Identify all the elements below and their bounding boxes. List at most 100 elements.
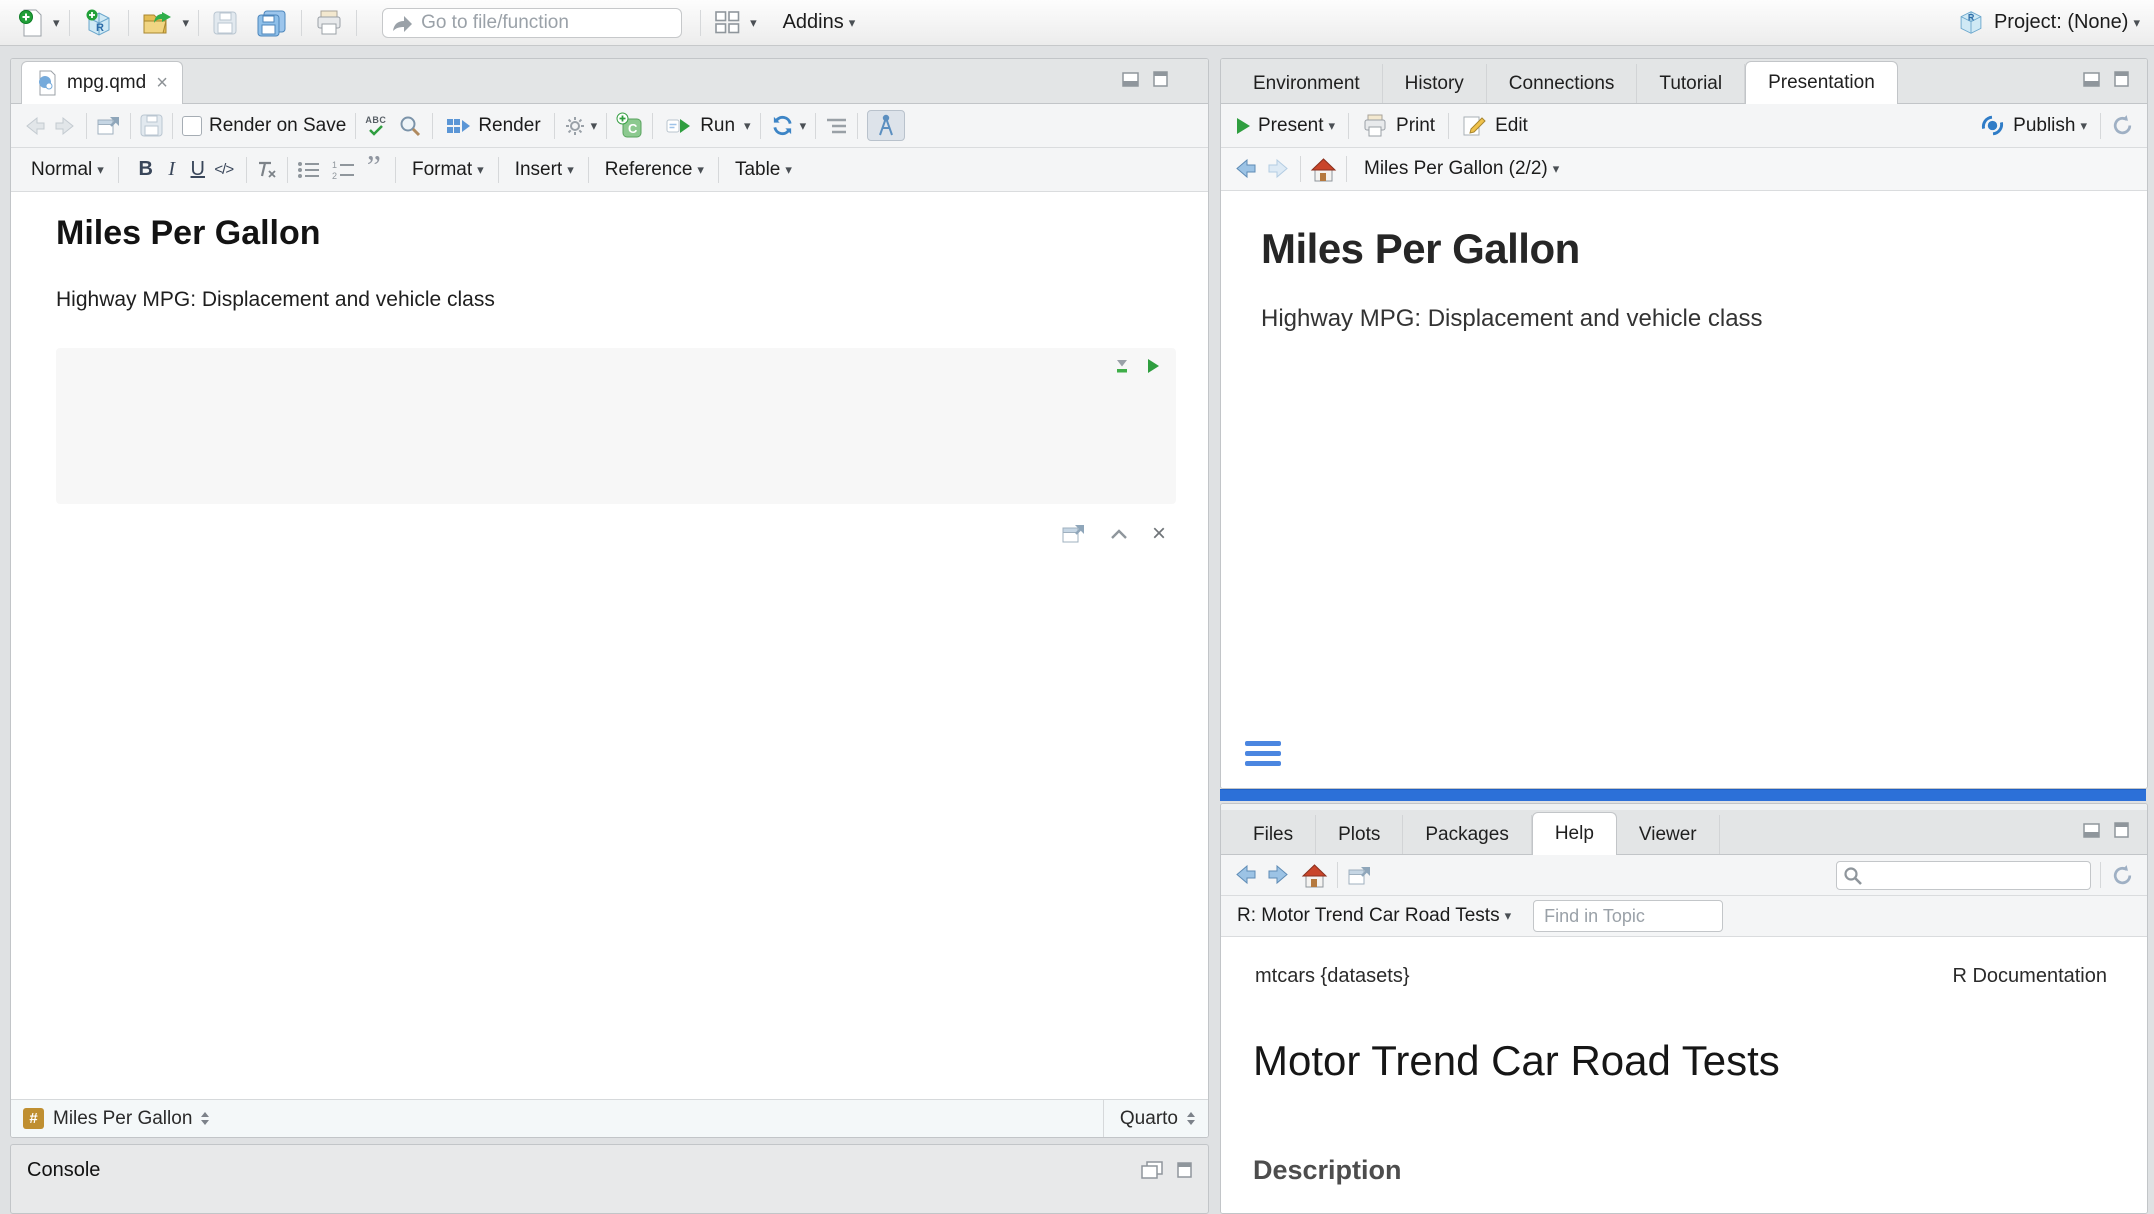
- reference-caret[interactable]: ▾: [697, 162, 704, 178]
- render-on-save-checkbox[interactable]: [182, 116, 202, 136]
- project-menu[interactable]: R Project: (None) ▾: [1957, 9, 2140, 36]
- format-menu[interactable]: Format: [412, 159, 472, 181]
- popout-icon[interactable]: [1347, 864, 1372, 887]
- new-file-caret[interactable]: ▾: [53, 15, 60, 31]
- edit-button[interactable]: Edit: [1458, 112, 1532, 139]
- pane-splitter[interactable]: [1220, 789, 2146, 801]
- open-file-button[interactable]: [138, 8, 178, 38]
- tab-viewer[interactable]: Viewer: [1617, 815, 1720, 854]
- minimize-icon[interactable]: [2083, 823, 2100, 838]
- table-caret[interactable]: ▾: [785, 162, 792, 178]
- popout-output-icon[interactable]: [1061, 522, 1086, 545]
- rerun-caret[interactable]: ▾: [800, 118, 807, 134]
- save-icon[interactable]: [140, 114, 163, 137]
- tab-files[interactable]: Files: [1231, 815, 1316, 854]
- search-icon[interactable]: [398, 114, 423, 138]
- run-button[interactable]: Run: [662, 113, 739, 139]
- addins-caret[interactable]: ▾: [849, 15, 856, 31]
- tab-environment[interactable]: Environment: [1231, 64, 1383, 103]
- rerun-icon[interactable]: [770, 114, 795, 137]
- maximize-icon[interactable]: [2114, 71, 2129, 87]
- goto-file-input[interactable]: [382, 8, 682, 38]
- topic-selector[interactable]: R: Motor Trend Car Road Tests: [1237, 905, 1500, 927]
- document-canvas[interactable]: Miles Per Gallon Highway MPG: Displaceme…: [11, 192, 1208, 1099]
- run-chunk-icon[interactable]: [1146, 358, 1160, 374]
- refresh-icon[interactable]: [2110, 113, 2135, 138]
- slide-nav-caret[interactable]: ▾: [1553, 161, 1560, 177]
- code-button[interactable]: </>: [211, 161, 237, 178]
- help-search[interactable]: [1836, 861, 2091, 890]
- insert-chunk-icon[interactable]: C: [616, 112, 643, 139]
- blockquote-icon[interactable]: ”: [367, 161, 381, 179]
- present-button[interactable]: Present ▾: [1233, 113, 1339, 139]
- slide-menu-icon[interactable]: [1245, 741, 1281, 771]
- tab-plots[interactable]: Plots: [1316, 815, 1403, 854]
- close-tab-icon[interactable]: ×: [156, 72, 168, 95]
- panes-layout-button[interactable]: [710, 8, 745, 37]
- tab-tutorial[interactable]: Tutorial: [1637, 64, 1745, 103]
- clear-output-icon[interactable]: ×: [1152, 528, 1166, 540]
- new-project-button[interactable]: R: [79, 6, 119, 40]
- maximize-icon[interactable]: [1153, 71, 1168, 87]
- bullet-list-icon[interactable]: [297, 161, 320, 179]
- new-file-button[interactable]: [14, 6, 48, 40]
- console-header[interactable]: Console: [11, 1145, 1208, 1195]
- minimize-icon[interactable]: [2083, 72, 2100, 87]
- tab-help[interactable]: Help: [1532, 812, 1617, 855]
- forward-icon[interactable]: [1266, 158, 1291, 180]
- forward-icon[interactable]: [1266, 864, 1291, 886]
- section-navigator[interactable]: Miles Per Gallon: [53, 1108, 192, 1130]
- run-chunks-above-icon[interactable]: [1114, 358, 1130, 374]
- tab-connections[interactable]: Connections: [1487, 64, 1638, 103]
- bold-button[interactable]: B: [133, 158, 159, 181]
- visual-editor-toggle[interactable]: [867, 110, 905, 141]
- open-file-caret[interactable]: ▾: [183, 15, 190, 31]
- forward-icon[interactable]: [53, 115, 77, 137]
- underline-button[interactable]: U: [185, 158, 211, 181]
- outline-icon[interactable]: [825, 117, 848, 135]
- insert-menu[interactable]: Insert: [515, 159, 563, 181]
- console-popout-icon[interactable]: [1141, 1161, 1163, 1179]
- console-maximize-icon[interactable]: [1177, 1162, 1192, 1178]
- render-button[interactable]: Render: [442, 113, 544, 139]
- addins-menu[interactable]: Addins: [783, 11, 844, 34]
- tab-history[interactable]: History: [1383, 64, 1487, 103]
- insert-caret[interactable]: ▾: [567, 162, 574, 178]
- numbered-list-icon[interactable]: 12: [332, 161, 355, 179]
- refresh-icon[interactable]: [2110, 863, 2135, 888]
- collapse-output-icon[interactable]: [1110, 527, 1128, 540]
- italic-button[interactable]: I: [159, 158, 185, 181]
- minimize-icon[interactable]: [1122, 72, 1139, 87]
- slide-navigator[interactable]: Miles Per Gallon (2/2): [1364, 158, 1548, 180]
- gear-icon[interactable]: [564, 115, 586, 137]
- save-button[interactable]: [208, 8, 242, 38]
- print-presentation-button[interactable]: Print: [1358, 111, 1439, 140]
- doc-mode-select[interactable]: Quarto: [1103, 1100, 1196, 1137]
- spellcheck-icon[interactable]: ABC: [365, 116, 386, 136]
- style-caret[interactable]: ▾: [97, 162, 104, 178]
- reference-menu[interactable]: Reference: [605, 159, 693, 181]
- popout-icon[interactable]: [96, 114, 121, 137]
- panes-caret[interactable]: ▾: [750, 15, 757, 31]
- format-caret[interactable]: ▾: [477, 162, 484, 178]
- clear-formatting-icon[interactable]: [256, 160, 278, 179]
- save-all-button[interactable]: [252, 7, 292, 39]
- back-icon[interactable]: [1233, 158, 1258, 180]
- table-menu[interactable]: Table: [735, 159, 780, 181]
- find-in-topic-input[interactable]: [1533, 900, 1723, 932]
- tab-presentation[interactable]: Presentation: [1745, 61, 1898, 104]
- topic-caret[interactable]: ▾: [1505, 908, 1512, 924]
- publish-button[interactable]: Publish ▾: [1976, 112, 2091, 139]
- help-search-input[interactable]: [1836, 861, 2091, 890]
- back-icon[interactable]: [23, 115, 47, 137]
- maximize-icon[interactable]: [2114, 822, 2129, 838]
- home-icon[interactable]: [1301, 863, 1328, 888]
- print-button[interactable]: [311, 7, 347, 38]
- tab-mpg-qmd[interactable]: mpg.qmd ×: [21, 61, 183, 104]
- home-icon[interactable]: [1310, 157, 1337, 182]
- render-options-caret[interactable]: ▾: [591, 118, 598, 134]
- run-caret[interactable]: ▾: [744, 118, 751, 134]
- code-chunk[interactable]: [56, 348, 1176, 504]
- back-icon[interactable]: [1233, 864, 1258, 886]
- tab-packages[interactable]: Packages: [1403, 815, 1531, 854]
